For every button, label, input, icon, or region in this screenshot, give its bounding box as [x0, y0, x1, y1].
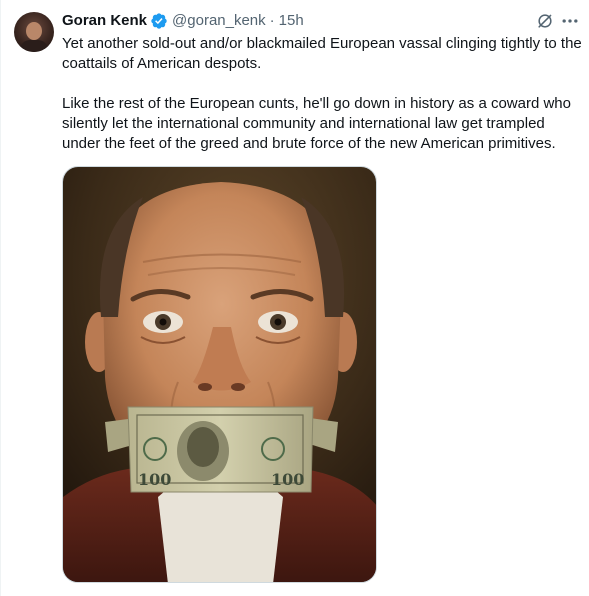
avatar-shirt	[20, 40, 48, 52]
author-display-name[interactable]: Goran Kenk	[62, 11, 147, 31]
tweet-timestamp[interactable]: 15h	[279, 11, 304, 31]
grok-icon[interactable]	[535, 11, 555, 31]
header-separator: ·	[269, 12, 275, 29]
tweet-paragraph: Yet another sold-out and/or blackmailed …	[62, 35, 582, 72]
more-horizontal-icon[interactable]	[560, 11, 580, 31]
tweet-header: Goran Kenk @goran_kenk · 15h	[62, 11, 304, 31]
banknote-denomination-right: 100	[271, 470, 304, 489]
tweet[interactable]: Goran Kenk @goran_kenk · 15h Yet another…	[0, 0, 589, 596]
author-handle[interactable]: @goran_kenk	[172, 11, 266, 31]
verified-badge-icon[interactable]	[150, 12, 168, 30]
painting-image: 100 100	[63, 167, 376, 582]
tweet-media-image[interactable]: 100 100	[62, 166, 377, 583]
tweet-paragraph: Like the rest of the European cunts, he'…	[62, 95, 571, 152]
tweet-text: Yet another sold-out and/or blackmailed …	[62, 34, 582, 154]
banknote-denomination: 100	[138, 470, 171, 489]
avatar[interactable]	[14, 12, 54, 52]
avatar-face	[26, 22, 42, 40]
